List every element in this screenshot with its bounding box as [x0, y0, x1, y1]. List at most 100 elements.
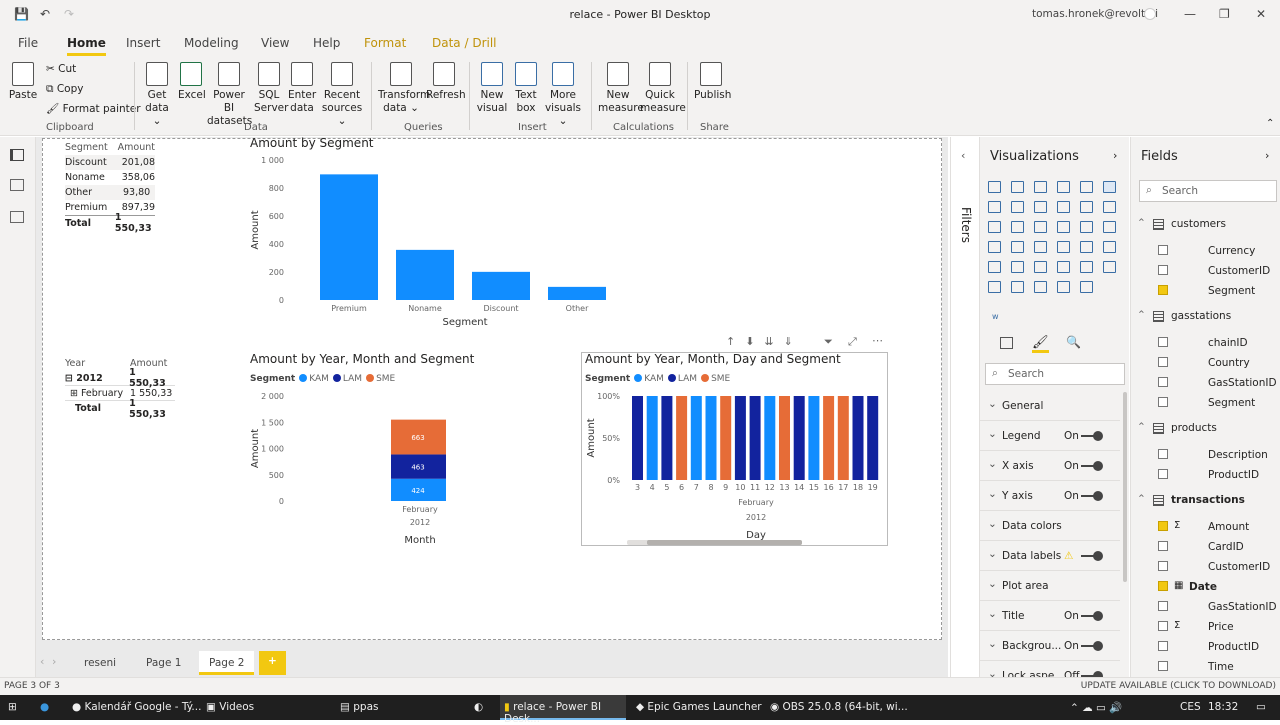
checkbox[interactable] [1158, 245, 1168, 255]
checkbox[interactable] [1158, 377, 1168, 387]
new-visual-button[interactable]: New visual [476, 62, 508, 115]
visual-type-icon[interactable] [1103, 221, 1116, 233]
format-section-legend[interactable]: ⌄ Legend On [980, 421, 1120, 451]
maximize-button[interactable]: ❐ [1219, 7, 1230, 21]
visual-type-icon[interactable] [1057, 201, 1070, 213]
checkbox[interactable] [1158, 641, 1168, 651]
transform-data-button[interactable]: Transform data ⌄ [378, 62, 430, 115]
notifications-icon[interactable]: ▭ [1256, 701, 1266, 713]
page-tab-page-1[interactable]: Page 1 [136, 651, 191, 675]
taskbar-app[interactable]: ● Kalendář Google - Tý... [72, 701, 201, 713]
checkbox[interactable] [1158, 469, 1168, 479]
visual-type-icon[interactable] [988, 221, 1001, 233]
sql-server-button[interactable]: SQL Server [254, 62, 288, 115]
field-item[interactable]: CustomerID [1131, 557, 1280, 577]
visual-type-icon[interactable] [988, 241, 1001, 253]
visual-type-icon[interactable] [1011, 261, 1024, 273]
field-table-customers[interactable]: ⌃ customers [1131, 215, 1280, 235]
cut-button[interactable]: ✂ Cut [46, 63, 76, 76]
visual-type-icon[interactable] [1011, 241, 1024, 253]
edge-icon[interactable]: ● [40, 701, 49, 713]
field-item[interactable]: GasStationID [1131, 373, 1280, 393]
field-item[interactable]: Currency [1131, 241, 1280, 261]
taskbar-app[interactable]: ▮ relace - Power BI Desk... [500, 695, 626, 725]
tab-file[interactable]: File [18, 36, 38, 50]
format-search-input[interactable]: ⌕ Search [985, 363, 1125, 385]
analytics-icon[interactable]: 🔍 [1066, 335, 1081, 349]
expand-icon[interactable]: › [1113, 149, 1117, 162]
toggle-switch[interactable] [1081, 641, 1103, 651]
legend-item[interactable]: LAM [667, 374, 697, 384]
checkbox[interactable] [1158, 621, 1168, 631]
more-visuals-button[interactable]: More visuals ⌄ [543, 62, 583, 128]
visual-type-icon[interactable] [1011, 201, 1024, 213]
collapse-icon[interactable]: ‹ [961, 149, 965, 162]
visual-type-icon[interactable] [1034, 261, 1047, 273]
new-measure-button[interactable]: New measure [598, 62, 644, 115]
language-indicator[interactable]: CES [1180, 701, 1201, 713]
quick-measure-button[interactable]: Quick measure [640, 62, 686, 115]
visual-type-icon[interactable] [1034, 221, 1047, 233]
start-icon[interactable]: ⊞ [8, 701, 17, 713]
close-button[interactable]: ✕ [1256, 7, 1266, 21]
visual-type-icon[interactable] [1011, 281, 1024, 293]
table-row[interactable]: Noname 358,06 [65, 170, 155, 185]
more-options-icon[interactable]: ⋯ [872, 334, 883, 347]
taskbar-icon[interactable]: ◐ [474, 701, 483, 713]
fields-well-icon[interactable] [1000, 337, 1013, 349]
visual-type-icon[interactable] [1011, 181, 1024, 193]
page-tab-reseni[interactable]: reseni [74, 651, 126, 675]
visual-type-icon[interactable] [1080, 221, 1093, 233]
year-matrix[interactable]: Year Amount ⊟ 2012 1 550,33 ⊞ February 1 55… [65, 356, 175, 420]
field-item[interactable]: Segment [1131, 393, 1280, 413]
fields-search-input[interactable]: ⌕ Search [1139, 180, 1277, 202]
tab-home[interactable]: Home [67, 36, 106, 56]
get-data-button[interactable]: Get data ⌄ [140, 62, 174, 128]
tab-data-drill[interactable]: Data / Drill [432, 36, 497, 50]
tab-format[interactable]: Format [364, 36, 406, 50]
focus-mode-icon[interactable]: ⤢ [848, 335, 857, 349]
segment-table[interactable]: Segment Amount Discount 201,08 Noname 358,06… [65, 140, 155, 234]
visual-type-icon[interactable] [988, 181, 1001, 193]
visual-type-icon[interactable] [1034, 201, 1047, 213]
visual-type-icon[interactable] [1080, 241, 1093, 253]
scrollbar[interactable] [1123, 392, 1127, 582]
toggle-switch[interactable] [1081, 491, 1103, 501]
taskbar-app[interactable]: ◆ Epic Games Launcher [636, 701, 762, 713]
field-item[interactable]: chainID [1131, 333, 1280, 353]
checkbox[interactable] [1158, 521, 1168, 531]
visual-type-icon[interactable] [1034, 241, 1047, 253]
visual-type-icon[interactable] [1080, 201, 1093, 213]
field-table-transactions[interactable]: ⌃ transactions [1131, 491, 1280, 511]
prev-page-icon[interactable]: ‹ [40, 655, 44, 668]
format-section-backgrou-[interactable]: ⌄ Backgrou... On [980, 631, 1120, 661]
visual-type-icon[interactable] [1011, 221, 1024, 233]
checkbox[interactable] [1158, 581, 1168, 591]
visual-type-icon[interactable] [1103, 261, 1116, 273]
visual-type-icon[interactable] [1057, 221, 1070, 233]
taskbar-app[interactable]: ▣ Videos [206, 701, 254, 713]
format-section-data-colors[interactable]: ⌄ Data colors [980, 511, 1120, 541]
table-row[interactable]: Other 93,80 [65, 185, 155, 200]
checkbox[interactable] [1158, 285, 1168, 295]
field-item[interactable]: ProductID [1131, 637, 1280, 657]
text-box-button[interactable]: Text box [512, 62, 540, 115]
amount-by-year-month-segment-chart[interactable]: 0 500 1 000 1 500 2 000 424 463 663 February 2012… [245, 388, 565, 548]
recent-sources-button[interactable]: Recent sources ⌄ [320, 62, 364, 128]
excel-button[interactable]: Excel [178, 62, 206, 102]
model-view-icon[interactable] [10, 211, 24, 223]
legend-item[interactable]: SME [366, 374, 395, 384]
checkbox[interactable] [1158, 601, 1168, 611]
format-section-plot-area[interactable]: ⌄ Plot area [980, 571, 1120, 601]
expand-february[interactable]: ⊞ February [65, 388, 130, 399]
field-item[interactable]: Segment [1131, 281, 1280, 301]
format-section-y-axis[interactable]: ⌄ Y axis On [980, 481, 1120, 511]
format-section-lock-aspe-[interactable]: ⌄ Lock aspe... Off [980, 661, 1120, 677]
paste-button[interactable]: Paste [8, 62, 38, 102]
field-item[interactable]: Country [1131, 353, 1280, 373]
next-page-icon[interactable]: › [52, 655, 56, 668]
filters-pane-collapsed[interactable]: ‹ Filters [950, 137, 978, 677]
visual-type-icon[interactable] [988, 261, 1001, 273]
amount-by-segment-chart[interactable]: 0 200 400 600 800 1 000 Premium Noname Discount O… [245, 150, 665, 330]
field-table-gasstations[interactable]: ⌃ gasstations [1131, 307, 1280, 327]
